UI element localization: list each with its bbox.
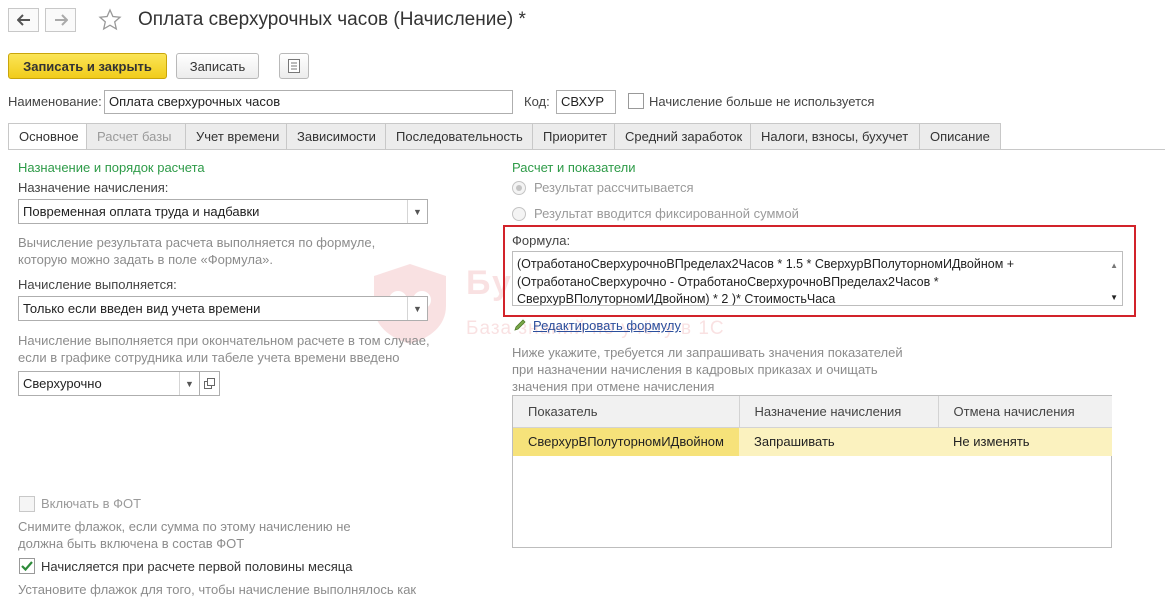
column-header-indicator[interactable]: Показатель [513,396,740,428]
include-fot-label: Включать в ФОТ [41,496,142,511]
not-used-label: Начисление больше не используется [649,94,875,109]
tab-priority[interactable]: Приоритет [533,123,615,150]
execution-value: Только если введен вид учета времени [23,301,261,316]
indicators-hint-line-1: Ниже укажите, требуется ли запрашивать з… [512,345,903,360]
formula-line-3: СверхурВПолуторномИДвойном) * 2 )* Стоим… [517,292,836,306]
first-half-hint: Установите флажок для того, чтобы начисл… [18,582,417,597]
execution-hint-line-1: Начисление выполняется при окончательном… [18,333,430,348]
purpose-hint: Вычисление результата расчета выполняетс… [18,234,375,268]
forward-button[interactable] [45,8,76,32]
execution-select[interactable]: Только если введен вид учета времени ▼ [18,296,428,321]
execution-hint-line-2: если в графике сотрудника или табеле уче… [18,350,400,365]
radio-fixed[interactable] [512,207,526,221]
scroll-down-icon[interactable]: ▼ [1110,289,1118,305]
tab-base-calc[interactable]: Расчет базы [87,123,186,150]
tab-bar: Основное Расчет базы Учет времени Зависи… [8,123,1001,150]
favorite-star-icon[interactable] [98,8,122,35]
indicators-table: Показатель Назначение начисления Отмена … [513,396,1112,456]
pencil-icon [514,319,526,331]
purpose-hint-line-2: которую можно задать в поле «Формула». [18,252,274,267]
column-header-assignment[interactable]: Назначение начисления [739,396,939,428]
tab-time-tracking[interactable]: Учет времени [186,123,287,150]
radio-calculated-label: Результат рассчитывается [534,180,694,195]
radio-fixed-label: Результат вводится фиксированной суммой [534,206,799,221]
back-button[interactable] [8,8,39,32]
chevron-down-icon[interactable]: ▼ [407,200,427,223]
window-title: Оплата сверхурочных часов (Начисление) * [138,9,526,30]
formula-textarea[interactable]: (ОтработаноСверхурочноВПределах2Часов * … [512,251,1123,306]
formula-line-2: (ОтработаноСверхурочно - ОтработаноСверх… [517,274,939,289]
purpose-hint-line-1: Вычисление результата расчета выполняетс… [18,235,376,250]
edit-formula-link[interactable]: Редактировать формулу [533,318,681,333]
scroll-up-icon[interactable]: ▲ [1110,257,1118,275]
table-row[interactable]: СверхурВПолуторномИДвойном Запрашивать Н… [513,427,1112,456]
name-label: Наименование: [8,94,102,109]
calc-section-title: Расчет и показатели [512,160,636,175]
tab-divider [8,149,1165,150]
arrow-right-icon [54,14,68,26]
list-icon [288,59,300,73]
more-actions-button[interactable] [279,53,309,79]
cell-indicator[interactable]: СверхурВПолуторномИДвойном [513,427,739,456]
tab-main[interactable]: Основное [8,123,87,150]
execution-label: Начисление выполняется: [18,277,177,292]
tab-taxes[interactable]: Налоги, взносы, бухучет [751,123,920,150]
first-half-checkbox[interactable] [19,558,35,574]
code-input[interactable]: СВХУР [556,90,616,114]
purpose-value: Повременная оплата труда и надбавки [23,204,260,219]
checkmark-icon [21,561,33,572]
save-button[interactable]: Записать [176,53,259,79]
purpose-select[interactable]: Повременная оплата труда и надбавки ▼ [18,199,428,224]
name-input[interactable]: Оплата сверхурочных часов [104,90,513,114]
chevron-down-icon[interactable]: ▼ [179,372,199,395]
radio-calculated[interactable] [512,181,526,195]
purpose-section-title: Назначение и порядок расчета [18,160,205,175]
formula-label: Формула: [512,233,571,248]
indicators-hint-line-3: значения при отмене начисления [512,379,715,394]
arrow-left-icon [16,14,30,26]
cell-assignment[interactable]: Запрашивать [739,427,938,456]
code-label: Код: [524,94,550,109]
not-used-checkbox[interactable] [628,93,644,109]
open-window-icon [204,378,215,389]
column-header-cancel[interactable]: Отмена начисления [938,396,1112,428]
fot-hint-line-1: Снимите флажок, если сумма по этому начи… [18,519,351,534]
time-type-select[interactable]: Сверхурочно ▼ [18,371,200,396]
tab-average-earnings[interactable]: Средний заработок [615,123,751,150]
execution-hint: Начисление выполняется при окончательном… [18,332,430,366]
time-type-value: Сверхурочно [23,376,102,391]
fot-hint: Снимите флажок, если сумма по этому начи… [18,518,351,552]
tab-sequence[interactable]: Последовательность [386,123,533,150]
indicators-hint-line-2: при назначении начисления в кадровых при… [512,362,878,377]
fot-hint-line-2: должна быть включена в состав ФОТ [18,536,245,551]
purpose-label: Назначение начисления: [18,180,169,195]
save-and-close-button[interactable]: Записать и закрыть [8,53,167,79]
include-fot-checkbox[interactable] [19,496,35,512]
formula-line-1: (ОтработаноСверхурочноВПределах2Часов * … [517,257,1015,271]
indicators-hint: Ниже укажите, требуется ли запрашивать з… [512,344,903,395]
tab-description[interactable]: Описание [920,123,1001,150]
cell-cancel[interactable]: Не изменять [938,427,1112,456]
chevron-down-icon[interactable]: ▼ [407,297,427,320]
open-time-type-button[interactable] [200,371,220,396]
tab-dependencies[interactable]: Зависимости [287,123,386,150]
first-half-label: Начисляется при расчете первой половины … [41,559,353,574]
